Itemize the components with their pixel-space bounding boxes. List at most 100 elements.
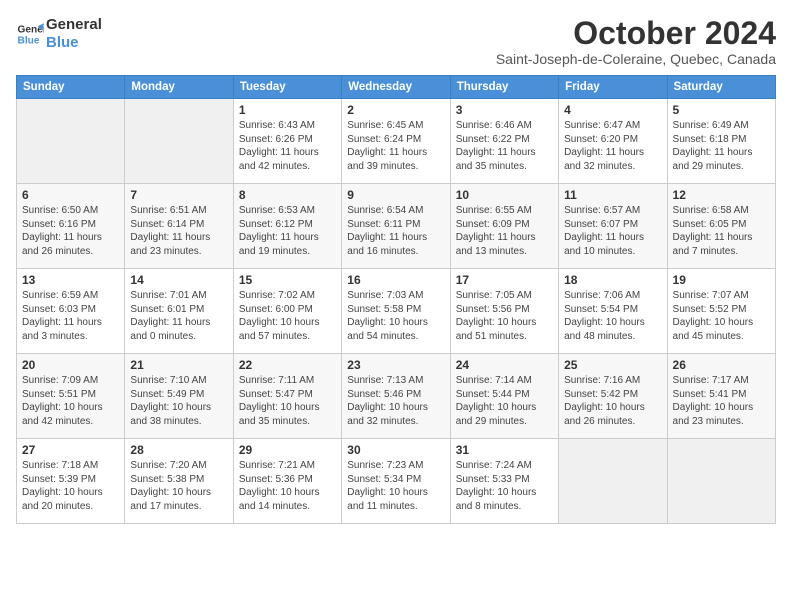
- header-row: SundayMondayTuesdayWednesdayThursdayFrid…: [17, 76, 776, 99]
- day-number: 22: [239, 358, 336, 372]
- calendar-cell: 31 Sunrise: 7:24 AM Sunset: 5:33 PM Dayli…: [450, 439, 558, 524]
- header-day-tuesday: Tuesday: [233, 76, 341, 99]
- calendar-cell: 23 Sunrise: 7:13 AM Sunset: 5:46 PM Dayli…: [342, 354, 450, 439]
- day-number: 13: [22, 273, 119, 287]
- day-info: Sunrise: 6:57 AM Sunset: 6:07 PM Dayligh…: [564, 204, 661, 258]
- day-number: 30: [347, 443, 444, 457]
- day-number: 24: [456, 358, 553, 372]
- header-day-sunday: Sunday: [17, 76, 125, 99]
- calendar-body: 1 Sunrise: 6:43 AM Sunset: 6:26 PM Daylig…: [17, 99, 776, 524]
- calendar-cell: 28 Sunrise: 7:20 AM Sunset: 5:38 PM Dayli…: [125, 439, 233, 524]
- calendar-cell: 22Sunrise: 7:11 AM Sunset: 5:47 PM Dayli…: [233, 354, 341, 439]
- day-info: Sunrise: 6:59 AM Sunset: 6:03 PM Dayligh…: [22, 289, 119, 343]
- day-number: 25: [564, 358, 661, 372]
- day-number: 29: [239, 443, 336, 457]
- location: Saint-Joseph-de-Coleraine, Quebec, Canad…: [496, 51, 776, 67]
- day-number: 26: [673, 358, 770, 372]
- svg-text:Blue: Blue: [18, 35, 40, 46]
- day-number: 31: [456, 443, 553, 457]
- header-day-thursday: Thursday: [450, 76, 558, 99]
- week-row-4: 27Sunrise: 7:18 AM Sunset: 5:39 PM Dayli…: [17, 439, 776, 524]
- calendar-cell: [17, 99, 125, 184]
- day-number: 12: [673, 188, 770, 202]
- day-info: Sunrise: 7:05 AM Sunset: 5:56 PM Dayligh…: [456, 289, 553, 343]
- calendar-cell: 11Sunrise: 6:57 AM Sunset: 6:07 PM Dayli…: [559, 184, 667, 269]
- day-info: Sunrise: 7:14 AM Sunset: 5:44 PM Dayligh…: [456, 374, 553, 428]
- day-number: 7: [130, 188, 227, 202]
- calendar-cell: 13 Sunrise: 6:59 AM Sunset: 6:03 PM Dayli…: [17, 269, 125, 354]
- day-info: Sunrise: 6:47 AM Sunset: 6:20 PM Dayligh…: [564, 119, 661, 173]
- calendar-cell: 2 Sunrise: 6:45 AM Sunset: 6:24 PM Daylig…: [342, 99, 450, 184]
- header-day-monday: Monday: [125, 76, 233, 99]
- logo: General Blue General Blue: [16, 16, 102, 52]
- day-number: 17: [456, 273, 553, 287]
- calendar-cell: 14 Sunrise: 7:01 AM Sunset: 6:01 PM Dayli…: [125, 269, 233, 354]
- header-day-saturday: Saturday: [667, 76, 775, 99]
- day-info: Sunrise: 7:16 AM Sunset: 5:42 PM Dayligh…: [564, 374, 661, 428]
- calendar-cell: 5Sunrise: 6:49 AM Sunset: 6:18 PM Daylig…: [667, 99, 775, 184]
- calendar-cell: 8 Sunrise: 6:53 AM Sunset: 6:12 PM Daylig…: [233, 184, 341, 269]
- day-info: Sunrise: 7:17 AM Sunset: 5:41 PM Dayligh…: [673, 374, 770, 428]
- day-number: 20: [22, 358, 119, 372]
- calendar-cell: [667, 439, 775, 524]
- calendar-cell: 30 Sunrise: 7:23 AM Sunset: 5:34 PM Dayli…: [342, 439, 450, 524]
- calendar-cell: 21Sunrise: 7:10 AM Sunset: 5:49 PM Dayli…: [125, 354, 233, 439]
- day-info: Sunrise: 7:23 AM Sunset: 5:34 PM Dayligh…: [347, 459, 444, 513]
- day-number: 4: [564, 103, 661, 117]
- day-info: Sunrise: 7:13 AM Sunset: 5:46 PM Dayligh…: [347, 374, 444, 428]
- day-info: Sunrise: 7:10 AM Sunset: 5:49 PM Dayligh…: [130, 374, 227, 428]
- calendar-cell: 10 Sunrise: 6:55 AM Sunset: 6:09 PM Dayli…: [450, 184, 558, 269]
- day-number: 3: [456, 103, 553, 117]
- month-title: October 2024: [496, 16, 776, 51]
- calendar-cell: 25 Sunrise: 7:16 AM Sunset: 5:42 PM Dayli…: [559, 354, 667, 439]
- day-info: Sunrise: 7:18 AM Sunset: 5:39 PM Dayligh…: [22, 459, 119, 513]
- day-info: Sunrise: 6:43 AM Sunset: 6:26 PM Dayligh…: [239, 119, 336, 173]
- day-number: 14: [130, 273, 227, 287]
- calendar-cell: 1 Sunrise: 6:43 AM Sunset: 6:26 PM Daylig…: [233, 99, 341, 184]
- calendar-cell: 24 Sunrise: 7:14 AM Sunset: 5:44 PM Dayli…: [450, 354, 558, 439]
- page-header: General Blue General Blue October 2024 S…: [16, 16, 776, 67]
- calendar-cell: 15Sunrise: 7:02 AM Sunset: 6:00 PM Dayli…: [233, 269, 341, 354]
- calendar-cell: 3 Sunrise: 6:46 AM Sunset: 6:22 PM Daylig…: [450, 99, 558, 184]
- day-info: Sunrise: 6:49 AM Sunset: 6:18 PM Dayligh…: [673, 119, 770, 173]
- calendar-cell: 12 Sunrise: 6:58 AM Sunset: 6:05 PM Dayli…: [667, 184, 775, 269]
- calendar-cell: 20 Sunrise: 7:09 AM Sunset: 5:51 PM Dayli…: [17, 354, 125, 439]
- calendar-cell: 27Sunrise: 7:18 AM Sunset: 5:39 PM Dayli…: [17, 439, 125, 524]
- day-info: Sunrise: 6:58 AM Sunset: 6:05 PM Dayligh…: [673, 204, 770, 258]
- day-info: Sunrise: 6:46 AM Sunset: 6:22 PM Dayligh…: [456, 119, 553, 173]
- day-info: Sunrise: 7:01 AM Sunset: 6:01 PM Dayligh…: [130, 289, 227, 343]
- title-block: October 2024 Saint-Joseph-de-Coleraine, …: [496, 16, 776, 67]
- calendar-cell: 16Sunrise: 7:03 AM Sunset: 5:58 PM Dayli…: [342, 269, 450, 354]
- week-row-0: 1 Sunrise: 6:43 AM Sunset: 6:26 PM Daylig…: [17, 99, 776, 184]
- day-info: Sunrise: 7:02 AM Sunset: 6:00 PM Dayligh…: [239, 289, 336, 343]
- day-info: Sunrise: 6:55 AM Sunset: 6:09 PM Dayligh…: [456, 204, 553, 258]
- day-info: Sunrise: 6:50 AM Sunset: 6:16 PM Dayligh…: [22, 204, 119, 258]
- calendar-cell: 9Sunrise: 6:54 AM Sunset: 6:11 PM Daylig…: [342, 184, 450, 269]
- day-info: Sunrise: 7:07 AM Sunset: 5:52 PM Dayligh…: [673, 289, 770, 343]
- calendar-cell: 29Sunrise: 7:21 AM Sunset: 5:36 PM Dayli…: [233, 439, 341, 524]
- calendar-cell: 26 Sunrise: 7:17 AM Sunset: 5:41 PM Dayli…: [667, 354, 775, 439]
- calendar-cell: [559, 439, 667, 524]
- week-row-3: 20 Sunrise: 7:09 AM Sunset: 5:51 PM Dayli…: [17, 354, 776, 439]
- day-number: 18: [564, 273, 661, 287]
- calendar-table: SundayMondayTuesdayWednesdayThursdayFrid…: [16, 75, 776, 524]
- day-number: 1: [239, 103, 336, 117]
- calendar-cell: 18Sunrise: 7:06 AM Sunset: 5:54 PM Dayli…: [559, 269, 667, 354]
- day-info: Sunrise: 6:45 AM Sunset: 6:24 PM Dayligh…: [347, 119, 444, 173]
- day-number: 19: [673, 273, 770, 287]
- calendar-cell: 17 Sunrise: 7:05 AM Sunset: 5:56 PM Dayli…: [450, 269, 558, 354]
- calendar-cell: 4 Sunrise: 6:47 AM Sunset: 6:20 PM Daylig…: [559, 99, 667, 184]
- day-number: 23: [347, 358, 444, 372]
- day-info: Sunrise: 7:24 AM Sunset: 5:33 PM Dayligh…: [456, 459, 553, 513]
- day-number: 16: [347, 273, 444, 287]
- day-info: Sunrise: 7:09 AM Sunset: 5:51 PM Dayligh…: [22, 374, 119, 428]
- day-number: 2: [347, 103, 444, 117]
- day-info: Sunrise: 7:20 AM Sunset: 5:38 PM Dayligh…: [130, 459, 227, 513]
- day-number: 28: [130, 443, 227, 457]
- header-day-wednesday: Wednesday: [342, 76, 450, 99]
- day-info: Sunrise: 6:54 AM Sunset: 6:11 PM Dayligh…: [347, 204, 444, 258]
- day-number: 10: [456, 188, 553, 202]
- calendar-header: SundayMondayTuesdayWednesdayThursdayFrid…: [17, 76, 776, 99]
- day-number: 8: [239, 188, 336, 202]
- day-info: Sunrise: 6:53 AM Sunset: 6:12 PM Dayligh…: [239, 204, 336, 258]
